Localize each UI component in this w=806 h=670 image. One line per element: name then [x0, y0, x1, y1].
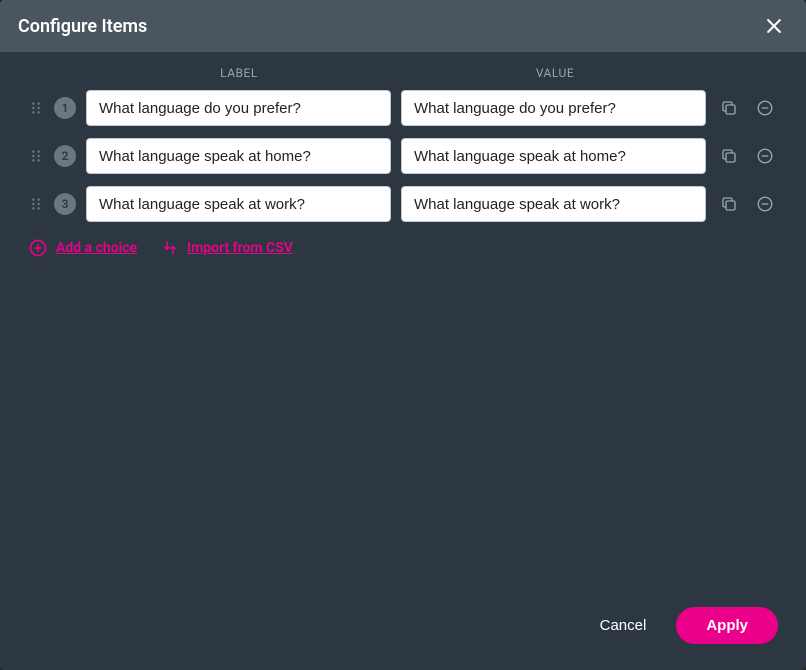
copy-button[interactable] — [716, 143, 742, 169]
drag-icon — [29, 197, 43, 211]
drag-handle[interactable] — [28, 149, 44, 163]
remove-button[interactable] — [752, 95, 778, 121]
row-number: 3 — [54, 193, 76, 215]
item-row: 2 — [28, 138, 778, 174]
import-csv-link[interactable]: Import from CSV — [161, 239, 293, 257]
row-number: 2 — [54, 145, 76, 167]
value-input[interactable] — [401, 186, 706, 222]
plus-circle-icon — [28, 238, 48, 258]
row-actions: Add a choice Import from CSV — [28, 238, 778, 258]
remove-icon — [756, 147, 774, 165]
value-input[interactable] — [401, 90, 706, 126]
copy-icon — [720, 195, 738, 213]
item-row: 1 — [28, 90, 778, 126]
close-button[interactable] — [760, 12, 788, 40]
remove-button[interactable] — [752, 191, 778, 217]
add-choice-link[interactable]: Add a choice — [28, 238, 137, 258]
dialog-titlebar: Configure Items — [0, 0, 806, 52]
import-csv-label: Import from CSV — [187, 240, 293, 256]
dialog-body: LABEL VALUE 1 2 — [0, 52, 806, 587]
value-input[interactable] — [401, 138, 706, 174]
copy-icon — [720, 147, 738, 165]
drag-handle[interactable] — [28, 197, 44, 211]
remove-button[interactable] — [752, 143, 778, 169]
dialog-title: Configure Items — [18, 16, 147, 37]
copy-icon — [720, 99, 738, 117]
column-header-label: LABEL — [88, 66, 390, 80]
drag-icon — [29, 149, 43, 163]
dialog-footer: Cancel Apply — [0, 587, 806, 670]
label-input[interactable] — [86, 90, 391, 126]
column-headers: LABEL VALUE — [28, 66, 778, 80]
column-header-value: VALUE — [404, 66, 706, 80]
remove-icon — [756, 195, 774, 213]
copy-button[interactable] — [716, 95, 742, 121]
label-input[interactable] — [86, 138, 391, 174]
add-choice-label: Add a choice — [56, 240, 137, 256]
drag-handle[interactable] — [28, 101, 44, 115]
cancel-button[interactable]: Cancel — [588, 609, 659, 642]
drag-icon — [29, 101, 43, 115]
close-icon — [764, 16, 784, 36]
row-number: 1 — [54, 97, 76, 119]
copy-button[interactable] — [716, 191, 742, 217]
configure-items-dialog: Configure Items LABEL VALUE 1 — [0, 0, 806, 670]
item-row: 3 — [28, 186, 778, 222]
import-icon — [161, 239, 179, 257]
remove-icon — [756, 99, 774, 117]
label-input[interactable] — [86, 186, 391, 222]
apply-button[interactable]: Apply — [676, 607, 778, 644]
